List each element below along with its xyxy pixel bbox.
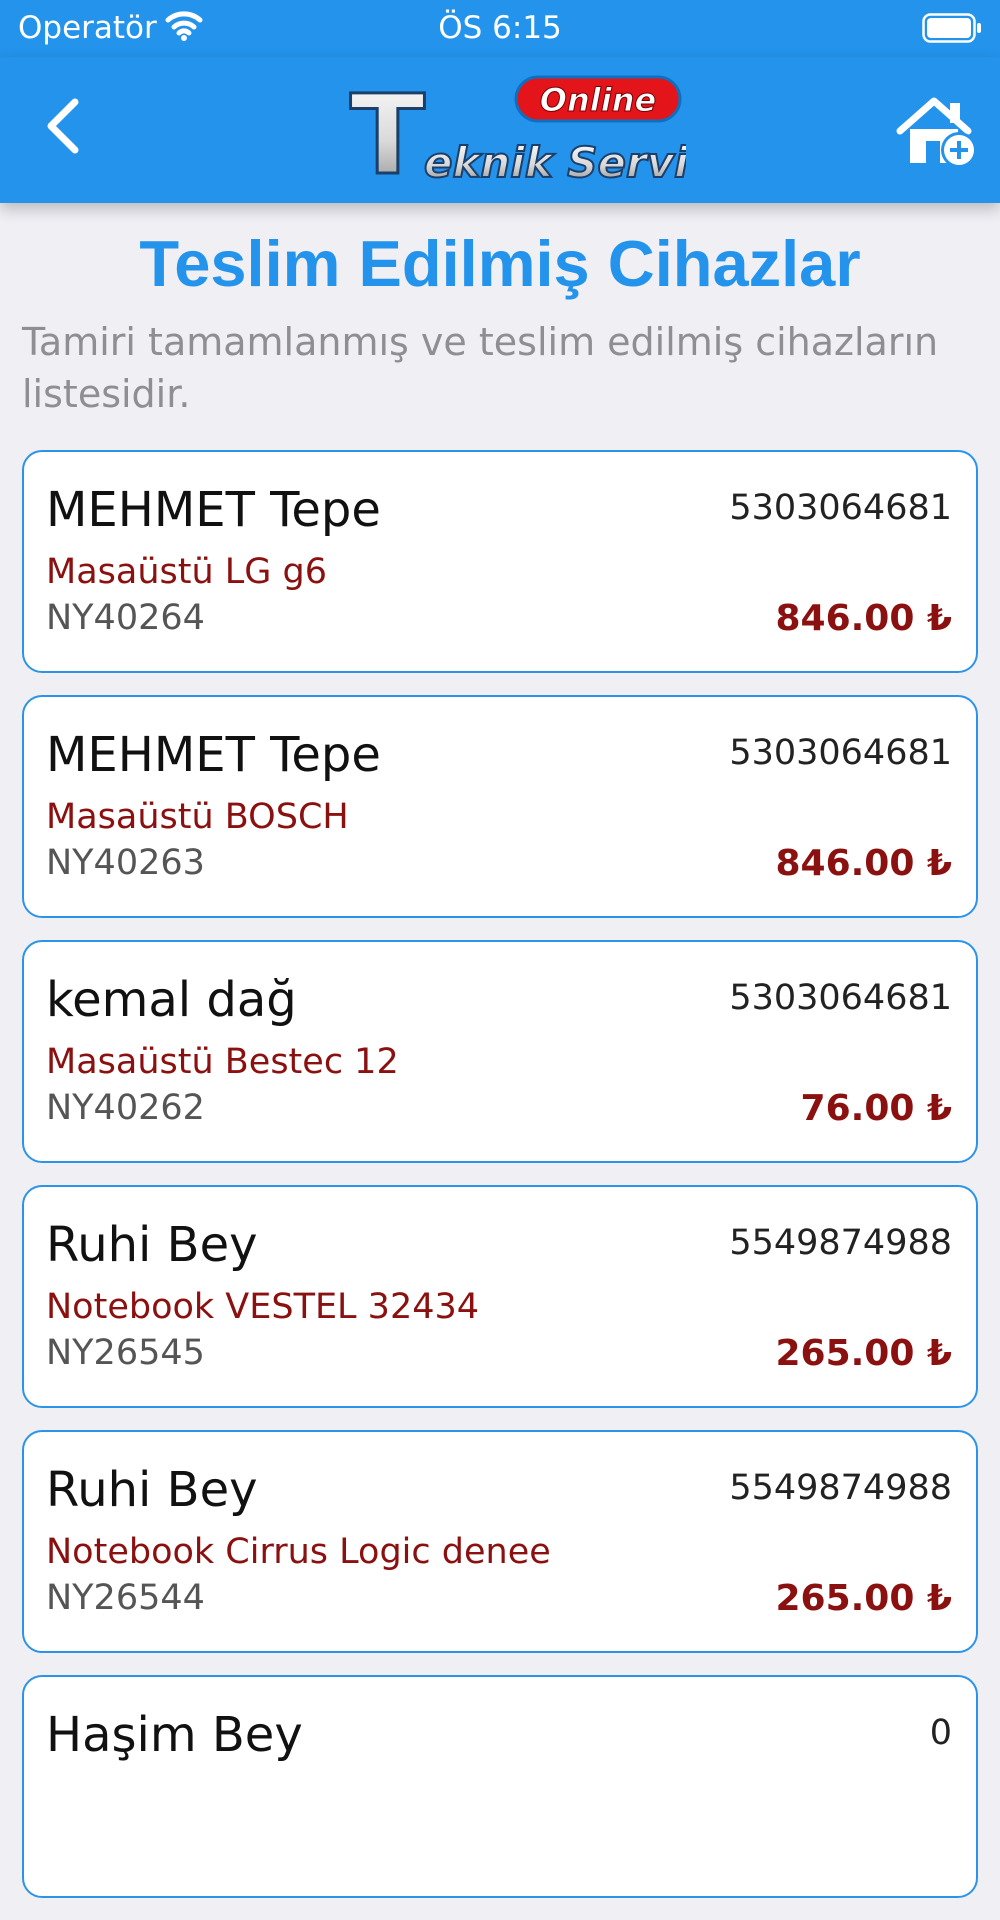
customer-name: MEHMET Tepe [46, 482, 381, 538]
service-price: 846.00 ₺ [775, 598, 952, 639]
service-code: NY40263 [46, 843, 205, 883]
service-price: 846.00 ₺ [775, 843, 952, 884]
service-code: NY26544 [46, 1578, 205, 1618]
delivered-device-list: MEHMET Tepe 5303064681 Masaüstü LG g6 NY… [22, 450, 978, 1920]
customer-name: kemal dağ [46, 972, 297, 1028]
customer-phone: 5303064681 [729, 733, 952, 773]
customer-name: MEHMET Tepe [46, 727, 381, 783]
customer-name: Ruhi Bey [46, 1217, 258, 1273]
navigation-bar: Online T eknik Servis [0, 57, 1000, 203]
service-price: 76.00 ₺ [800, 1088, 952, 1129]
customer-phone: 5549874988 [729, 1468, 952, 1508]
chevron-left-icon [43, 96, 83, 160]
device-card[interactable]: Ruhi Bey 5549874988 Notebook Cirrus Logi… [22, 1430, 978, 1653]
service-price: 265.00 ₺ [775, 1578, 952, 1619]
customer-phone: 5303064681 [729, 488, 952, 528]
status-bar: Operatör ÖS 6:15 [0, 0, 1000, 57]
customer-phone: 5303064681 [729, 978, 952, 1018]
page-title: Teslim Edilmiş Cihazlar [139, 227, 861, 300]
app-logo: Online T eknik Servis [346, 70, 715, 201]
customer-phone: 0 [929, 1713, 952, 1753]
clock-label: ÖS 6:15 [438, 10, 562, 46]
device-card[interactable]: Ruhi Bey 5549874988 Notebook VESTEL 3243… [22, 1185, 978, 1408]
add-home-button[interactable] [896, 95, 980, 171]
logo-initial: T [350, 73, 425, 193]
device-description: Notebook Cirrus Logic denee [46, 1532, 551, 1572]
service-code: NY26545 [46, 1333, 205, 1373]
device-card[interactable]: Haşim Bey 0 [22, 1675, 978, 1898]
service-code: NY40264 [46, 598, 205, 638]
logo-brand-text: eknik Servis [424, 138, 686, 187]
device-description: Masaüstü BOSCH [46, 797, 349, 837]
device-card[interactable]: kemal dağ 5303064681 Masaüstü Bestec 12 … [22, 940, 978, 1163]
customer-phone: 5549874988 [729, 1223, 952, 1263]
device-description: Masaüstü Bestec 12 [46, 1042, 399, 1082]
page-subtitle: Tamiri tamamlanmış ve teslim edilmiş cih… [22, 320, 939, 416]
home-add-icon [896, 97, 980, 175]
device-card[interactable]: MEHMET Tepe 5303064681 Masaüstü BOSCH NY… [22, 695, 978, 918]
device-card[interactable]: MEHMET Tepe 5303064681 Masaüstü LG g6 NY… [22, 450, 978, 673]
customer-name: Ruhi Bey [46, 1462, 258, 1518]
battery-icon [922, 13, 982, 51]
service-code: NY40262 [46, 1088, 205, 1128]
logo-online-text: Online [540, 81, 656, 119]
device-description: Masaüstü LG g6 [46, 552, 328, 592]
device-description: Notebook VESTEL 32434 [46, 1287, 480, 1327]
service-price: 265.00 ₺ [775, 1333, 952, 1374]
customer-name: Haşim Bey [46, 1707, 303, 1763]
back-button[interactable] [28, 93, 98, 163]
